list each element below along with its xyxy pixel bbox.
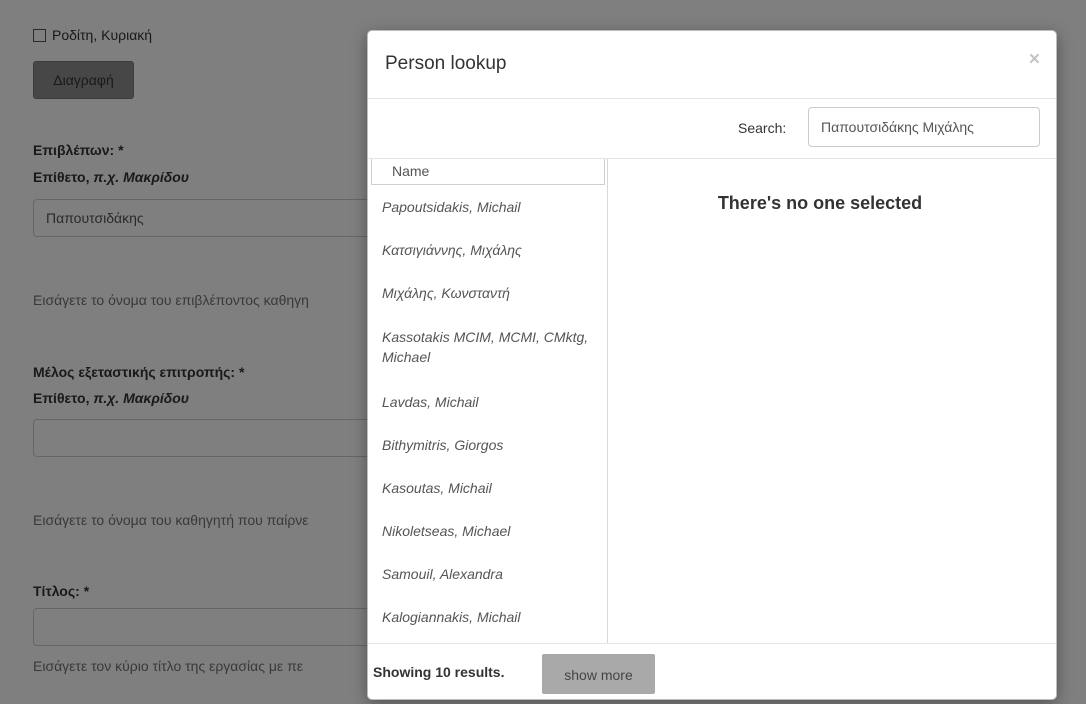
results-list: Name Papoutsidakis, Michail Κατσιγιάννης… bbox=[368, 159, 608, 643]
modal-footer: Showing 10 results. show more bbox=[368, 643, 1056, 699]
close-icon[interactable]: × bbox=[1029, 49, 1040, 71]
detail-panel: There's no one selected bbox=[608, 159, 1056, 643]
list-item[interactable]: Kasoutas, Michail bbox=[368, 466, 607, 509]
modal-header: Person lookup × bbox=[368, 31, 1056, 99]
list-item[interactable]: Bithymitris, Giorgos bbox=[368, 423, 607, 466]
show-more-button[interactable]: show more bbox=[542, 654, 655, 694]
list-item[interactable]: Kassotakis MCIM, MCMI, CMktg, Michael bbox=[368, 314, 607, 380]
list-item[interactable]: Papoutsidakis, Michail bbox=[368, 185, 607, 228]
empty-selection-message: There's no one selected bbox=[717, 193, 923, 213]
search-input[interactable] bbox=[808, 107, 1040, 147]
list-item[interactable]: Lavdas, Michail bbox=[368, 380, 607, 423]
list-item[interactable]: Kalogiannakis, Michail bbox=[368, 595, 607, 638]
list-item[interactable]: Μιχάλης, Κωνσταντή bbox=[368, 271, 607, 314]
list-item[interactable]: Samouil, Alexandra bbox=[368, 552, 607, 595]
list-item[interactable]: Κατσιγιάννης, Μιχάλης bbox=[368, 228, 607, 271]
modal-title: Person lookup bbox=[385, 53, 507, 74]
search-bar: Search: bbox=[368, 99, 1056, 159]
name-column-header[interactable]: Name bbox=[371, 159, 605, 185]
person-lookup-modal: Person lookup × Search: Name Papoutsidak… bbox=[367, 30, 1057, 700]
list-item[interactable]: Nikoletseas, Michael bbox=[368, 509, 607, 552]
search-label: Search: bbox=[738, 120, 787, 136]
results-count: Showing 10 results. bbox=[373, 664, 505, 680]
